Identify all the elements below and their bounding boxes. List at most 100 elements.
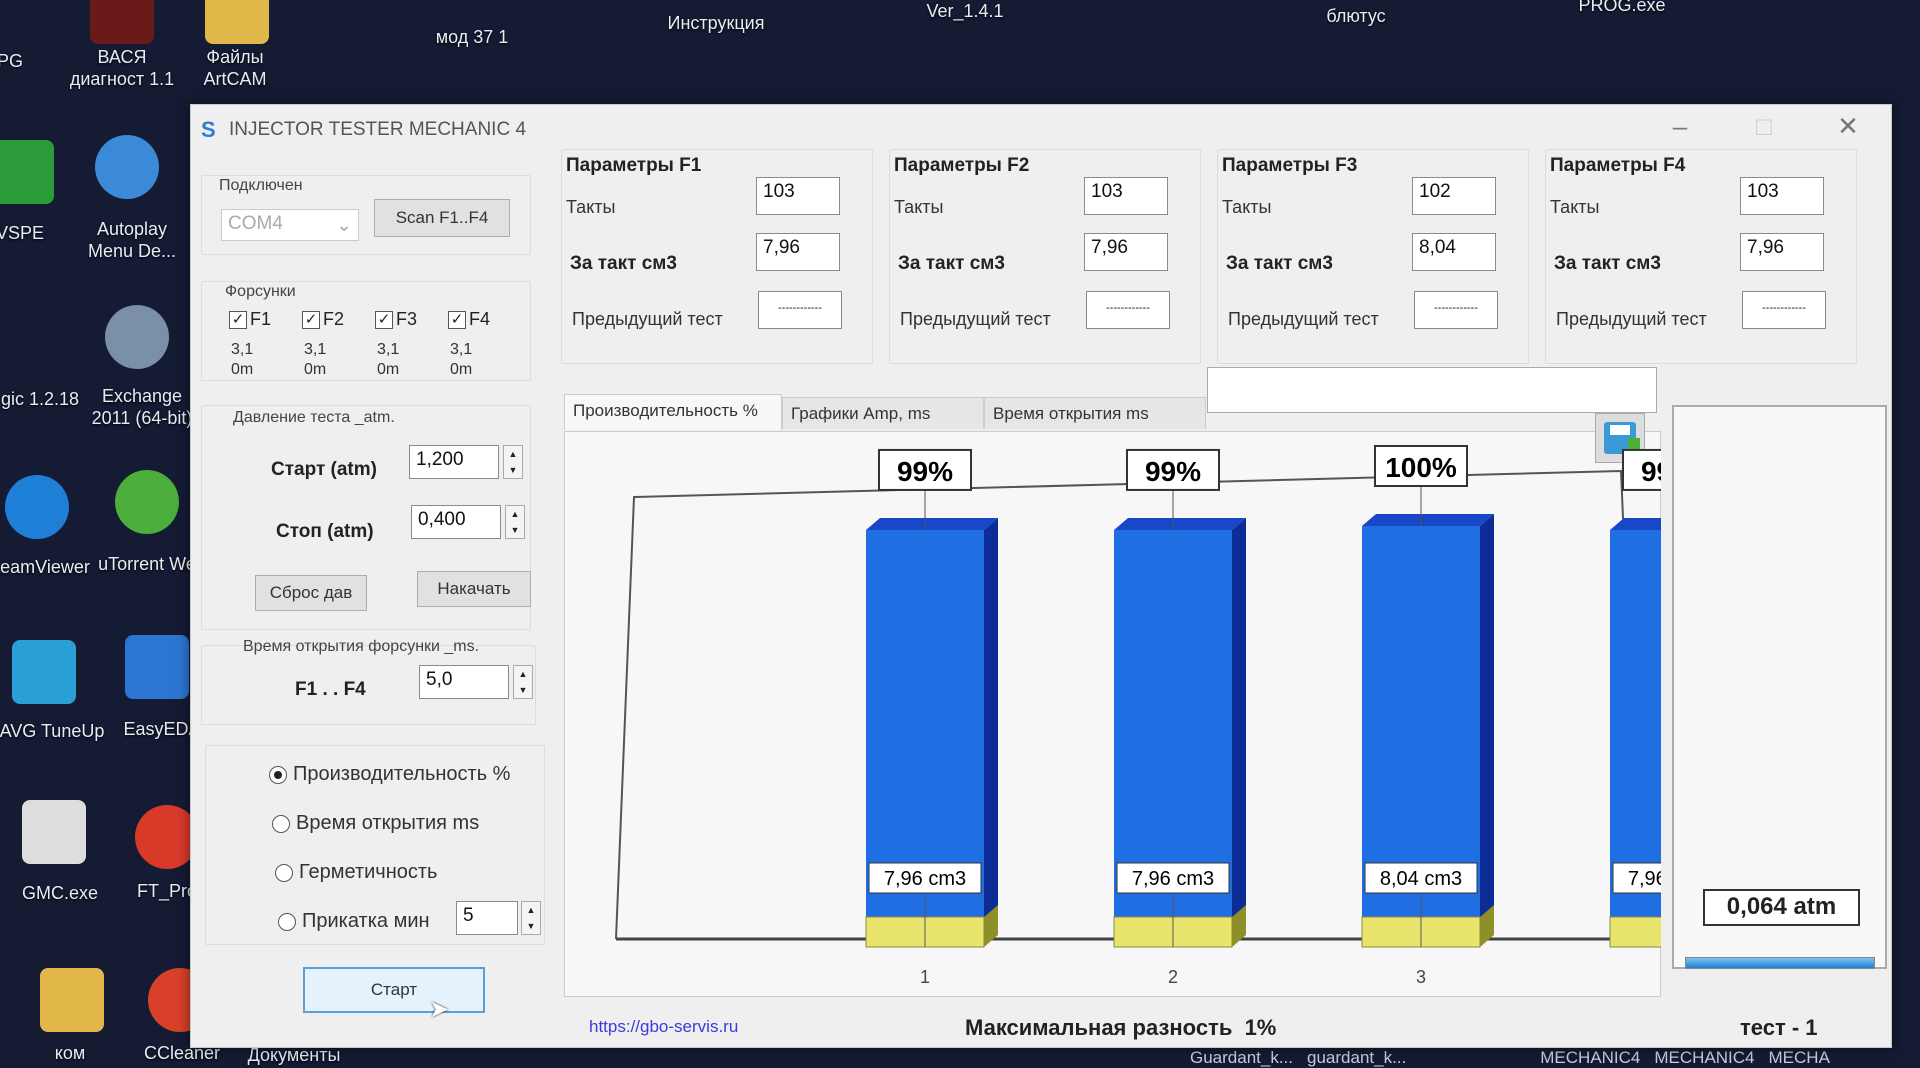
reset-pressure-button[interactable]: Сброс дав (255, 575, 367, 611)
prikatka-stepper[interactable]: ▲ ▼ (521, 901, 541, 935)
radio-icon[interactable] (278, 912, 296, 931)
desktop-icon-label[interactable]: eamViewer (0, 556, 105, 578)
scan-button[interactable]: Scan F1..F4 (374, 199, 510, 237)
injector-resistance: 3,1 (377, 341, 400, 358)
taskbar-item[interactable]: MECHA (1769, 1048, 1830, 1068)
injector-resistance: 3,1 (304, 341, 327, 358)
desktop-icon-label[interactable]: Инструкция (656, 12, 776, 34)
tab-open-time[interactable]: Время открытия ms (984, 397, 1206, 429)
value-label-text: 99% (1145, 456, 1201, 487)
desktop-icon-label[interactable]: Файлы ArtCAM (180, 46, 290, 90)
exchange-icon[interactable] (105, 305, 169, 369)
radio-icon[interactable] (269, 765, 287, 784)
down-arrow-icon[interactable]: ▼ (509, 465, 518, 475)
down-arrow-icon[interactable]: ▼ (511, 525, 520, 535)
pump-button[interactable]: Накачать (417, 571, 531, 607)
bar-side (1232, 517, 1246, 921)
gmc-icon[interactable] (22, 800, 86, 864)
previous-test-field: ------------ (758, 291, 842, 329)
per-cycle-field: 7,96 (1084, 233, 1168, 271)
checkbox-icon[interactable]: ✓ (448, 310, 466, 329)
up-arrow-icon[interactable]: ▲ (527, 905, 536, 915)
checkbox-icon[interactable]: ✓ (375, 310, 393, 329)
desktop-icon-label[interactable]: Ver_1.4.1 (905, 0, 1025, 22)
desktop-icon[interactable] (90, 0, 154, 44)
checkbox-icon[interactable]: ✓ (302, 310, 320, 329)
previous-test-label: Предыдущий тест (1556, 309, 1707, 329)
up-arrow-icon[interactable]: ▲ (509, 449, 518, 459)
mode-radio-1[interactable]: Время открытия ms (272, 812, 479, 835)
taskbar-item[interactable]: MECHANIC4 (1540, 1048, 1640, 1068)
desktop-icon-label[interactable]: VSPE (0, 222, 80, 244)
bar-side (1480, 514, 1494, 921)
website-link[interactable]: https://gbo-servis.ru (589, 1017, 738, 1037)
maximize-button[interactable]: □ (1739, 111, 1789, 142)
desktop-icon-label[interactable]: AVG TuneUp (0, 720, 112, 742)
open-time-stepper[interactable]: ▲ ▼ (513, 665, 533, 699)
injector-checkbox-f4[interactable]: ✓ F4 (448, 309, 490, 330)
bar-top (1362, 514, 1494, 526)
start-button[interactable]: Старт (303, 967, 485, 1013)
mode-radio-0[interactable]: Производительность % (269, 763, 510, 786)
utorrent-icon[interactable] (115, 470, 179, 534)
up-arrow-icon[interactable]: ▲ (519, 669, 528, 679)
mode-radio-3[interactable]: Прикатка мин (278, 910, 430, 933)
folder-icon[interactable] (205, 0, 269, 44)
start-pressure-stepper[interactable]: ▲ ▼ (503, 445, 523, 479)
desktop-icon-label[interactable]: GMC.exe (0, 882, 120, 904)
vspe-icon[interactable] (0, 140, 54, 204)
mode-label: Герметичность (299, 861, 438, 883)
bar-top (1114, 517, 1246, 530)
desktop-icon-label[interactable]: PROG.exe (1562, 0, 1682, 16)
taskbar-item[interactable]: Guardant_k... (1190, 1048, 1293, 1068)
volume-label-text: 7,96 cm3 (1132, 868, 1214, 890)
injector-resistance-unit: 0m (450, 361, 473, 378)
easyeda-icon[interactable] (125, 635, 189, 699)
autoplay-icon[interactable] (95, 135, 159, 199)
per-cycle-field: 7,96 (1740, 233, 1824, 271)
mode-label: Время открытия ms (296, 812, 480, 834)
teamviewer-icon[interactable] (5, 475, 69, 539)
desktop-icon-label[interactable]: Autoplay Menu De... (72, 218, 192, 262)
minimize-button[interactable]: – (1655, 111, 1705, 142)
tab-performance[interactable]: Производительность % (564, 394, 782, 430)
down-arrow-icon[interactable]: ▼ (519, 685, 528, 695)
volume-label-text: 7,96 cm3 (1628, 868, 1661, 890)
taskbar-item[interactable]: guardant_k... (1307, 1048, 1406, 1068)
down-arrow-icon[interactable]: ▼ (527, 921, 536, 931)
close-button[interactable]: ✕ (1823, 111, 1873, 142)
port-value: COM4 (228, 213, 283, 234)
desktop-icon-label[interactable]: блютус (1296, 5, 1416, 27)
radio-icon[interactable] (275, 863, 293, 882)
injector-checkbox-f3[interactable]: ✓ F3 (375, 309, 417, 330)
injector-resistance-unit: 0m (304, 361, 327, 378)
mode-radio-2[interactable]: Герметичность (275, 861, 437, 884)
desktop-icon-label[interactable]: Exchange 2011 (64-bit) (82, 385, 202, 429)
injector-label: F3 (396, 309, 418, 329)
stop-pressure-stepper[interactable]: ▲ ▼ (505, 505, 525, 539)
checkbox-icon[interactable]: ✓ (229, 310, 247, 329)
desktop-icon-label[interactable]: ком (10, 1042, 130, 1064)
desktop-icon-label[interactable]: мод 37 1 (412, 26, 532, 48)
up-arrow-icon[interactable]: ▲ (511, 509, 520, 519)
injector-checkbox-f2[interactable]: ✓ F2 (302, 309, 344, 330)
radio-icon[interactable] (272, 814, 290, 833)
bar (1610, 529, 1661, 921)
params-title: Параметры F4 (1550, 155, 1686, 176)
desktop-icon-label[interactable]: ВАСЯ диагност 1.1 (62, 46, 182, 90)
injectors-label: Форсунки (225, 283, 296, 300)
prikatka-input[interactable]: 5 (456, 901, 518, 935)
open-time-input[interactable]: 5,0 (419, 665, 509, 699)
avg-icon[interactable] (12, 640, 76, 704)
injector-checkbox-f1[interactable]: ✓ F1 (229, 309, 271, 330)
takty-label: Такты (1222, 197, 1272, 217)
injector-label: F2 (323, 309, 345, 329)
tab-graphs[interactable]: Графики Amp, ms (782, 397, 984, 429)
pressure-level-bar (1685, 957, 1875, 969)
taskbar-item[interactable]: MECHANIC4 (1654, 1048, 1754, 1068)
start-pressure-input[interactable]: 1,200 (409, 445, 499, 479)
desktop-icon-label[interactable]: PG (0, 50, 70, 72)
stop-pressure-input[interactable]: 0,400 (411, 505, 501, 539)
port-select[interactable]: COM4 ⌄ (221, 209, 359, 241)
folder-icon[interactable] (40, 968, 104, 1032)
